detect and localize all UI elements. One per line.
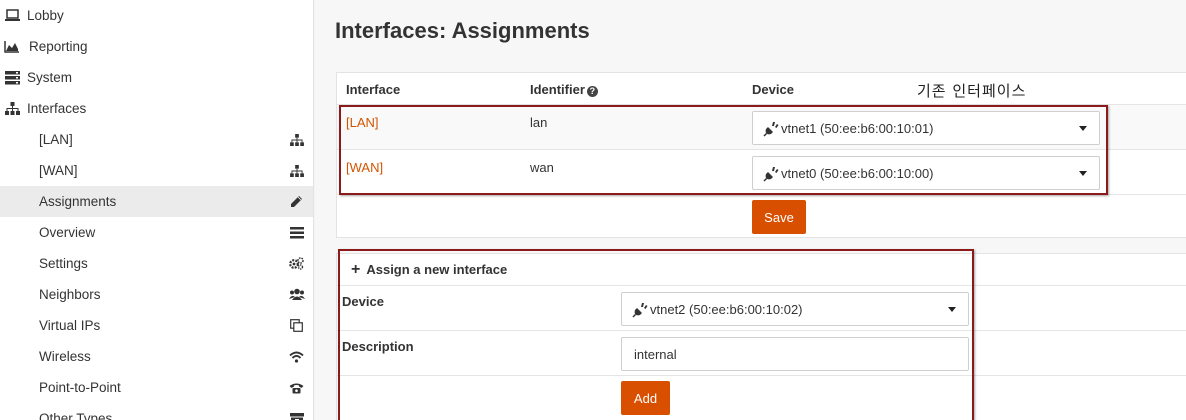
help-icon[interactable]: ?: [586, 86, 598, 97]
device-select-lan[interactable]: vtnet1 (50:ee:b6:00:10:01): [752, 111, 1100, 145]
device-row: Device vtnet2 (50:ee:b6:00:10:02): [337, 285, 1186, 330]
chevron-down-icon: [1079, 126, 1087, 131]
sidebar-item-label: Interfaces: [27, 101, 87, 116]
phone-icon: [288, 379, 305, 396]
chevron-down-icon: [948, 307, 956, 312]
description-row: Description internal: [337, 330, 1186, 375]
interface-link-lan[interactable]: [LAN]: [346, 115, 379, 130]
save-button[interactable]: Save: [752, 200, 806, 234]
sidebar-item-label: [LAN]: [39, 132, 73, 147]
sitemap-icon: [288, 131, 305, 148]
add-row: Add: [337, 375, 1186, 420]
assign-new-heading: + Assign a new interface: [351, 260, 508, 278]
pencil-icon: [288, 193, 305, 210]
archive-icon: [288, 410, 305, 420]
table-row: [LAN] lan vtnet1 (50:ee:b6:00:10:01): [337, 104, 1186, 149]
sidebar-item-wireless[interactable]: Wireless: [0, 341, 313, 372]
sidebar-item-label: Wireless: [39, 349, 91, 364]
clone-icon: [288, 317, 305, 334]
sidebar-item-interfaces[interactable]: Interfaces: [0, 93, 313, 124]
cogs-icon: [288, 255, 305, 272]
sidebar-item-point-to-point[interactable]: Point-to-Point: [0, 372, 313, 403]
sidebar: Lobby Reporting System Interfaces [LAN] …: [0, 0, 314, 420]
sidebar-item-lan[interactable]: [LAN]: [0, 124, 313, 155]
new-device-select[interactable]: vtnet2 (50:ee:b6:00:10:02): [621, 292, 969, 326]
device-select-wan[interactable]: vtnet0 (50:ee:b6:00:10:00): [752, 156, 1100, 190]
sidebar-item-other-types[interactable]: Other Types: [0, 403, 313, 420]
plug-icon: [763, 122, 779, 137]
sidebar-item-assignments[interactable]: Assignments: [0, 186, 313, 217]
identifier-cell: wan: [530, 160, 554, 175]
plus-icon: +: [351, 260, 361, 278]
sidebar-item-label: Other Types: [39, 411, 113, 420]
sidebar-item-label: Overview: [39, 225, 96, 240]
assign-new-heading-label: Assign a new interface: [366, 262, 508, 277]
column-header-identifier: Identifier?: [530, 82, 598, 97]
area-chart-icon: [4, 39, 20, 55]
plug-icon: [763, 167, 779, 182]
sidebar-item-wan[interactable]: [WAN]: [0, 155, 313, 186]
identifier-cell: lan: [530, 115, 548, 130]
table-actions: Save: [337, 194, 1186, 239]
sidebar-item-label: System: [27, 70, 73, 85]
device-label: Device: [342, 294, 384, 309]
sidebar-item-label: Assignments: [39, 194, 117, 209]
column-header-device: Device: [752, 82, 794, 97]
list-icon: [288, 224, 305, 241]
sidebar-item-neighbors[interactable]: Neighbors: [0, 279, 313, 310]
sidebar-item-settings[interactable]: Settings: [0, 248, 313, 279]
chevron-down-icon: [1079, 171, 1087, 176]
sitemap-icon: [288, 162, 305, 179]
sidebar-item-reporting[interactable]: Reporting: [0, 31, 313, 62]
sitemap-icon: [4, 101, 20, 117]
description-input[interactable]: internal: [621, 337, 969, 371]
sidebar-item-label: Lobby: [27, 8, 64, 23]
wifi-icon: [288, 348, 305, 365]
column-header-interface: Interface: [346, 82, 401, 97]
laptop-icon: [4, 8, 20, 24]
annotation-note: 기존 인터페이스: [917, 82, 1027, 100]
new-device-select-value: vtnet2 (50:ee:b6:00:10:02): [650, 301, 803, 317]
page-title: Interfaces: Assignments: [335, 18, 590, 43]
description-label: Description: [342, 339, 414, 354]
device-select-value: vtnet0 (50:ee:b6:00:10:00): [781, 165, 934, 181]
column-header-identifier-label: Identifier: [530, 82, 585, 97]
sidebar-item-virtual-ips[interactable]: Virtual IPs: [0, 310, 313, 341]
sidebar-item-label: [WAN]: [39, 163, 78, 178]
sidebar-item-label: Reporting: [29, 39, 88, 54]
sidebar-item-label: Virtual IPs: [39, 318, 101, 333]
main-content: Interfaces: Assignments Interface Identi…: [315, 0, 1186, 420]
device-select-value: vtnet1 (50:ee:b6:00:10:01): [781, 120, 934, 136]
plug-icon: [632, 303, 648, 318]
users-icon: [288, 286, 305, 303]
sidebar-item-overview[interactable]: Overview: [0, 217, 313, 248]
sidebar-item-system[interactable]: System: [0, 62, 313, 93]
sidebar-item-label: Neighbors: [39, 287, 101, 302]
add-button[interactable]: Add: [621, 381, 670, 415]
assign-new-interface-panel: + Assign a new interface Device vtnet2 (…: [336, 253, 1186, 420]
sidebar-item-label: Settings: [39, 256, 88, 271]
assignments-table: Interface Identifier? Device 기존 인터페이스 [L…: [336, 72, 1186, 238]
interface-link-wan[interactable]: [WAN]: [346, 160, 383, 175]
table-row: [WAN] wan vtnet0 (50:ee:b6:00:10:00): [337, 149, 1186, 194]
sidebar-item-lobby[interactable]: Lobby: [0, 0, 313, 31]
server-icon: [4, 70, 20, 86]
sidebar-item-label: Point-to-Point: [39, 380, 121, 395]
